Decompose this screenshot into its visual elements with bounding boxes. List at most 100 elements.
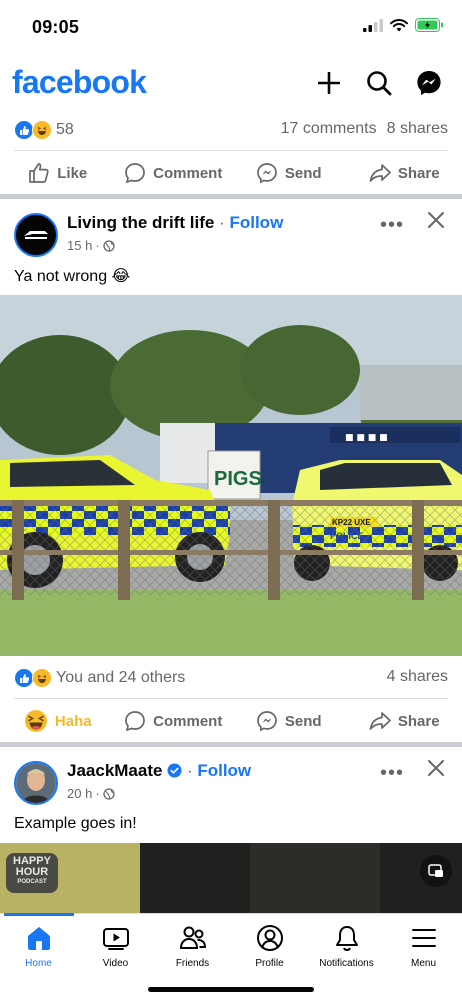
like-button[interactable]: Like — [0, 153, 116, 193]
nav-menu[interactable]: Menu — [385, 924, 462, 969]
send-button[interactable]: Send — [231, 701, 347, 741]
search-icon — [367, 71, 392, 96]
nav-profile[interactable]: Profile — [231, 924, 308, 969]
more-options-button[interactable]: ••• — [380, 214, 404, 237]
follow-button[interactable]: Follow — [229, 213, 283, 232]
like-reaction-icon — [14, 668, 34, 688]
battery-icon — [415, 18, 443, 32]
send-label: Send — [284, 712, 322, 730]
author-name[interactable]: JaackMaate — [67, 761, 162, 780]
shares-count[interactable]: 4 shares — [387, 668, 448, 686]
like-label: Like — [57, 164, 88, 182]
post-header: Living the drift life · Follow 15 h · ••… — [0, 208, 462, 268]
hide-post-button[interactable] — [426, 758, 446, 783]
post-separator — [0, 194, 462, 199]
logo-line: PODCAST — [17, 879, 47, 885]
reactions-text: You and 24 others — [56, 669, 186, 686]
share-icon — [369, 164, 391, 182]
avatar[interactable] — [14, 213, 58, 257]
post-caption: Example goes in! — [14, 815, 137, 832]
share-button[interactable]: Share — [347, 701, 462, 741]
post-meta: 15 h · — [67, 238, 115, 253]
post-actions: Haha Comment Send Share — [0, 701, 462, 741]
haha-reaction-icon — [32, 120, 52, 140]
comment-button[interactable]: Comment — [116, 701, 232, 741]
globe-icon — [103, 787, 115, 800]
nav-video[interactable]: Video — [77, 924, 154, 969]
nav-label: Menu — [410, 958, 436, 969]
comment-label: Comment — [153, 712, 223, 730]
nav-friends[interactable]: Friends — [154, 924, 231, 969]
messenger-send-icon — [257, 163, 277, 184]
post-separator — [0, 742, 462, 747]
haha-reaction-icon — [32, 668, 52, 688]
comment-label: Comment — [153, 164, 223, 182]
nav-label: Video — [102, 958, 129, 969]
post-caption: Ya not wrong 😂 — [14, 268, 131, 285]
haha-label: Haha — [54, 712, 92, 730]
nav-label: Friends — [175, 958, 210, 969]
prev-post-reactions[interactable]: 58 17 comments 8 shares — [0, 118, 462, 142]
close-icon — [428, 212, 444, 228]
divider — [14, 698, 448, 699]
shares-count[interactable]: 8 shares — [387, 120, 448, 138]
profile-icon — [256, 925, 283, 951]
police-cars-photo: ■ ■ ■ ■ PIGS KP22 UXE POLICE — [0, 295, 462, 656]
haha-button[interactable]: Haha — [0, 701, 116, 741]
avatar[interactable] — [14, 761, 58, 805]
comment-button[interactable]: Comment — [116, 153, 232, 193]
follow-button[interactable]: Follow — [197, 761, 251, 780]
pip-button[interactable] — [420, 855, 452, 887]
svg-text:■ ■ ■ ■: ■ ■ ■ ■ — [345, 433, 388, 443]
svg-text:PIGS: PIGS — [214, 468, 262, 490]
messenger-button[interactable] — [414, 68, 444, 98]
post-header: JaackMaate · Follow 20 h · ••• — [0, 756, 462, 816]
post-time[interactable]: 20 h — [67, 786, 92, 801]
logo-line: HOUR — [15, 866, 49, 878]
drift-logo-icon — [24, 231, 48, 239]
hide-post-button[interactable] — [426, 210, 446, 235]
reaction-count: 58 — [56, 121, 74, 138]
post-time[interactable]: 15 h — [67, 238, 92, 253]
create-button[interactable] — [314, 68, 344, 98]
nav-home[interactable]: Home — [0, 924, 77, 969]
comment-icon — [125, 711, 146, 732]
plus-icon — [318, 72, 340, 94]
thumbs-up-icon — [29, 163, 49, 183]
send-button[interactable]: Send — [231, 153, 347, 193]
share-label: Share — [397, 712, 440, 730]
more-options-button[interactable]: ••• — [380, 762, 404, 785]
haha-emoji-icon — [24, 710, 47, 732]
active-tab-indicator — [4, 913, 74, 916]
share-button[interactable]: Share — [347, 153, 462, 193]
comment-icon — [125, 163, 146, 184]
bell-icon — [335, 926, 358, 952]
search-button[interactable] — [364, 68, 394, 98]
post-image[interactable]: ■ ■ ■ ■ PIGS KP22 UXE POLICE — [0, 295, 462, 656]
divider — [14, 150, 448, 151]
comments-count[interactable]: 17 comments — [281, 120, 377, 138]
nav-label: Profile — [255, 958, 284, 969]
home-indicator — [148, 987, 314, 992]
nav-notifications[interactable]: Notifications — [308, 924, 385, 969]
verified-badge-icon — [167, 763, 182, 778]
picture-in-picture-icon — [428, 864, 443, 877]
app-header: facebook — [0, 60, 462, 106]
globe-icon — [103, 239, 115, 252]
wifi-icon — [390, 18, 408, 31]
nav-label: Notifications — [319, 958, 374, 969]
video-icon — [102, 928, 129, 950]
nav-label: Home — [25, 958, 52, 969]
menu-icon — [411, 929, 436, 947]
post-meta: 20 h · — [67, 786, 115, 801]
messenger-send-icon — [257, 711, 277, 732]
facebook-logo[interactable]: facebook — [12, 64, 147, 101]
post-reactions[interactable]: You and 24 others 4 shares — [0, 666, 462, 690]
share-label: Share — [397, 164, 440, 182]
send-label: Send — [284, 164, 322, 182]
post-video[interactable]: HAPPY HOUR PODCAST — [0, 843, 462, 913]
author-name[interactable]: Living the drift life — [67, 213, 214, 232]
friends-icon — [179, 926, 206, 949]
prev-post-actions: Like Comment Send Share — [0, 153, 462, 193]
signal-icon — [363, 18, 383, 32]
